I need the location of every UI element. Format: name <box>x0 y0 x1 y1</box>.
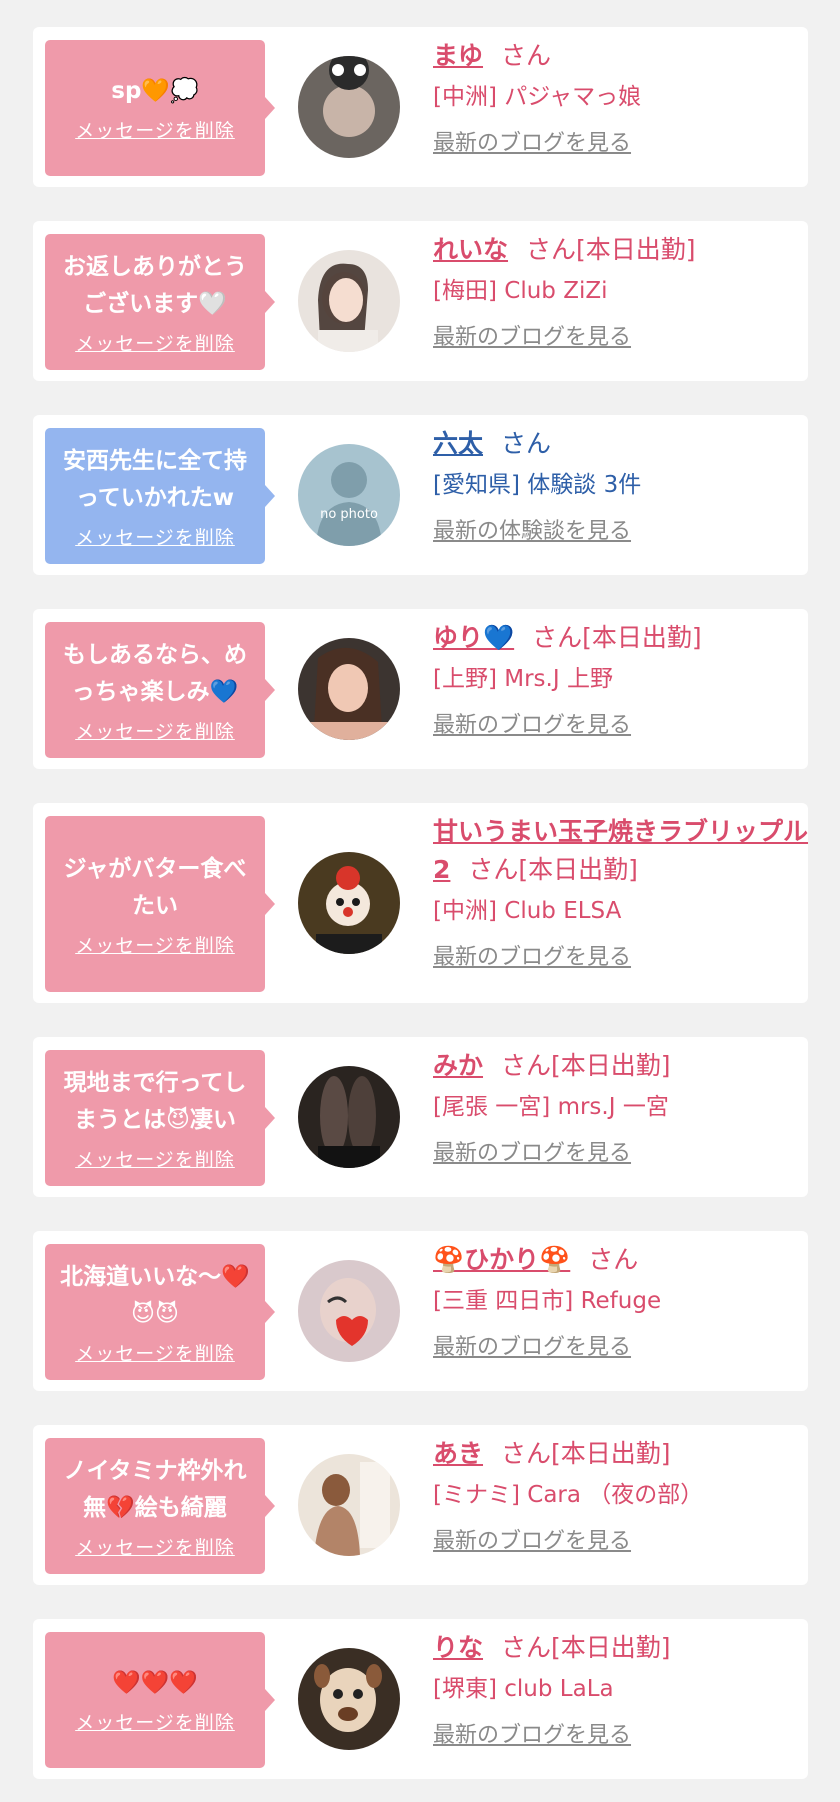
name-suffix: さん[本日出勤] <box>501 1439 671 1468</box>
profile-name-link[interactable]: れいな <box>433 235 508 264</box>
list-item: ノイタミナ枠外れ無💔絵も綺麗 メッセージを削除 あき さん[本日出勤] [ミナミ]… <box>33 1425 808 1585</box>
list-item: もしあるなら、めっちゃ楽しみ💙 メッセージを削除 ゆり💙 さん[本日出勤] [上野… <box>33 609 808 769</box>
list-item: sp🧡💭 メッセージを削除 まゆ さん [中洲] パジャマっ娘 最新のブログを見る <box>33 27 808 187</box>
avatar[interactable]: no photo <box>298 444 400 546</box>
message-bubble: もしあるなら、めっちゃ楽しみ💙 メッセージを削除 <box>45 622 275 758</box>
shop-label: [愛知県] 体験談 3件 <box>433 472 642 498</box>
message-text: 現地まで行ってしまうとは😈凄い <box>63 1069 247 1133</box>
delete-message-link[interactable]: メッセージを削除 <box>75 1708 235 1735</box>
message-bubble: 安西先生に全て持っていかれたw メッセージを削除 <box>45 428 275 564</box>
latest-blog-link[interactable]: 最新のブログを見る <box>433 1329 631 1361</box>
avatar[interactable] <box>298 1454 400 1556</box>
list-item: お返しありがとうございます🤍 メッセージを削除 れいな さん[本日出勤] [梅田]… <box>33 221 808 381</box>
message-bubble: お返しありがとうございます🤍 メッセージを削除 <box>45 234 275 370</box>
avatar[interactable] <box>298 250 400 352</box>
shop-label: [梅田] Club ZiZi <box>433 278 608 304</box>
avatar[interactable] <box>298 56 400 158</box>
message-text: 北海道いいな〜❤️😈😈 <box>60 1263 250 1327</box>
shop-label: [三重 四日市] Refuge <box>433 1288 662 1314</box>
message-text: もしあるなら、めっちゃ楽しみ💙 <box>63 641 247 705</box>
profile-name-link[interactable]: 🍄ひかり🍄 <box>433 1245 570 1274</box>
shop-label: [堺東] club LaLa <box>433 1676 614 1702</box>
profile-info: まゆ さん [中洲] パジャマっ娘 最新のブログを見る <box>433 37 808 157</box>
delete-message-link[interactable]: メッセージを削除 <box>75 717 235 744</box>
list-item: 北海道いいな〜❤️😈😈 メッセージを削除 🍄ひかり🍄 さん [三重 四日市] Re… <box>33 1231 808 1391</box>
profile-name-link[interactable]: みか <box>433 1051 483 1080</box>
shop-label: [中洲] パジャマっ娘 <box>433 84 642 110</box>
message-bubble: ノイタミナ枠外れ無💔絵も綺麗 メッセージを削除 <box>45 1438 275 1574</box>
name-suffix: さん <box>588 1245 639 1274</box>
shop-label: [尾張 一宮] mrs.J 一宮 <box>433 1094 669 1120</box>
avatar[interactable] <box>298 638 400 740</box>
message-text: 安西先生に全て持っていかれたw <box>63 447 247 511</box>
profile-name-link[interactable]: りな <box>433 1633 483 1662</box>
list-item: 現地まで行ってしまうとは😈凄い メッセージを削除 みか さん[本日出勤] [尾張 … <box>33 1037 808 1197</box>
profile-info: 🍄ひかり🍄 さん [三重 四日市] Refuge 最新のブログを見る <box>433 1241 808 1361</box>
svg-text:no photo: no photo <box>320 507 378 522</box>
latest-blog-link[interactable]: 最新のブログを見る <box>433 319 631 351</box>
profile-info: あき さん[本日出勤] [ミナミ] Cara （夜の部） 最新のブログを見る <box>433 1435 808 1555</box>
message-bubble: ❤️❤️❤️ メッセージを削除 <box>45 1632 275 1768</box>
shop-label: [上野] Mrs.J 上野 <box>433 666 613 692</box>
profile-name-link[interactable]: まゆ <box>433 41 483 70</box>
avatar[interactable] <box>298 852 400 954</box>
message-text: ノイタミナ枠外れ無💔絵も綺麗 <box>63 1457 247 1521</box>
message-bubble: sp🧡💭 メッセージを削除 <box>45 40 275 176</box>
delete-message-link[interactable]: メッセージを削除 <box>75 523 235 550</box>
profile-info: 甘いうまい玉子焼きラブリップル2 さん[本日出勤] [中洲] Club ELSA … <box>433 813 808 971</box>
profile-info: ゆり💙 さん[本日出勤] [上野] Mrs.J 上野 最新のブログを見る <box>433 619 808 739</box>
profile-name-link[interactable]: 六太 <box>433 429 483 458</box>
list-item: 安西先生に全て持っていかれたw メッセージを削除 no photo 六太 さん [… <box>33 415 808 575</box>
profile-name-link[interactable]: あき <box>433 1439 483 1468</box>
message-bubble: ジャがバター食べたい メッセージを削除 <box>45 816 275 992</box>
message-text: sp🧡💭 <box>111 78 199 104</box>
delete-message-link[interactable]: メッセージを削除 <box>75 116 235 143</box>
delete-message-link[interactable]: メッセージを削除 <box>75 1533 235 1560</box>
message-text: ジャがバター食べたい <box>63 855 247 919</box>
message-text: ❤️❤️❤️ <box>112 1670 198 1696</box>
name-suffix: さん[本日出勤] <box>526 235 696 264</box>
latest-blog-link[interactable]: 最新のブログを見る <box>433 1717 631 1749</box>
delete-message-link[interactable]: メッセージを削除 <box>75 931 235 958</box>
name-suffix: さん <box>501 41 552 70</box>
profile-info: 六太 さん [愛知県] 体験談 3件 最新の体験談を見る <box>433 425 808 545</box>
avatar[interactable] <box>298 1648 400 1750</box>
profile-name-link[interactable]: ゆり💙 <box>433 623 514 652</box>
latest-review-link[interactable]: 最新の体験談を見る <box>433 513 631 545</box>
message-bubble: 北海道いいな〜❤️😈😈 メッセージを削除 <box>45 1244 275 1380</box>
latest-blog-link[interactable]: 最新のブログを見る <box>433 1523 631 1555</box>
delete-message-link[interactable]: メッセージを削除 <box>75 329 235 356</box>
name-suffix: さん[本日出勤] <box>468 855 638 884</box>
name-suffix: さん[本日出勤] <box>501 1633 671 1662</box>
latest-blog-link[interactable]: 最新のブログを見る <box>433 125 631 157</box>
delete-message-link[interactable]: メッセージを削除 <box>75 1145 235 1172</box>
shop-label: [中洲] Club ELSA <box>433 898 622 924</box>
list-item: ジャがバター食べたい メッセージを削除 甘いうまい玉子焼きラブリップル2 さん[本… <box>33 803 808 1003</box>
profile-info: りな さん[本日出勤] [堺東] club LaLa 最新のブログを見る <box>433 1629 808 1749</box>
delete-message-link[interactable]: メッセージを削除 <box>75 1339 235 1366</box>
name-suffix: さん[本日出勤] <box>532 623 702 652</box>
shop-label: [ミナミ] Cara （夜の部） <box>433 1482 704 1508</box>
profile-info: れいな さん[本日出勤] [梅田] Club ZiZi 最新のブログを見る <box>433 231 808 351</box>
name-suffix: さん <box>501 429 552 458</box>
latest-blog-link[interactable]: 最新のブログを見る <box>433 1135 631 1167</box>
name-suffix: さん[本日出勤] <box>501 1051 671 1080</box>
latest-blog-link[interactable]: 最新のブログを見る <box>433 707 631 739</box>
message-list: sp🧡💭 メッセージを削除 まゆ さん [中洲] パジャマっ娘 最新のブログを見る… <box>0 0 840 1802</box>
profile-info: みか さん[本日出勤] [尾張 一宮] mrs.J 一宮 最新のブログを見る <box>433 1047 808 1167</box>
message-bubble: 現地まで行ってしまうとは😈凄い メッセージを削除 <box>45 1050 275 1186</box>
latest-blog-link[interactable]: 最新のブログを見る <box>433 939 631 971</box>
avatar[interactable] <box>298 1066 400 1168</box>
message-text: お返しありがとうございます🤍 <box>63 253 247 317</box>
avatar[interactable] <box>298 1260 400 1362</box>
list-item: ❤️❤️❤️ メッセージを削除 りな さん[本日出勤] [堺東] club LaL… <box>33 1619 808 1779</box>
